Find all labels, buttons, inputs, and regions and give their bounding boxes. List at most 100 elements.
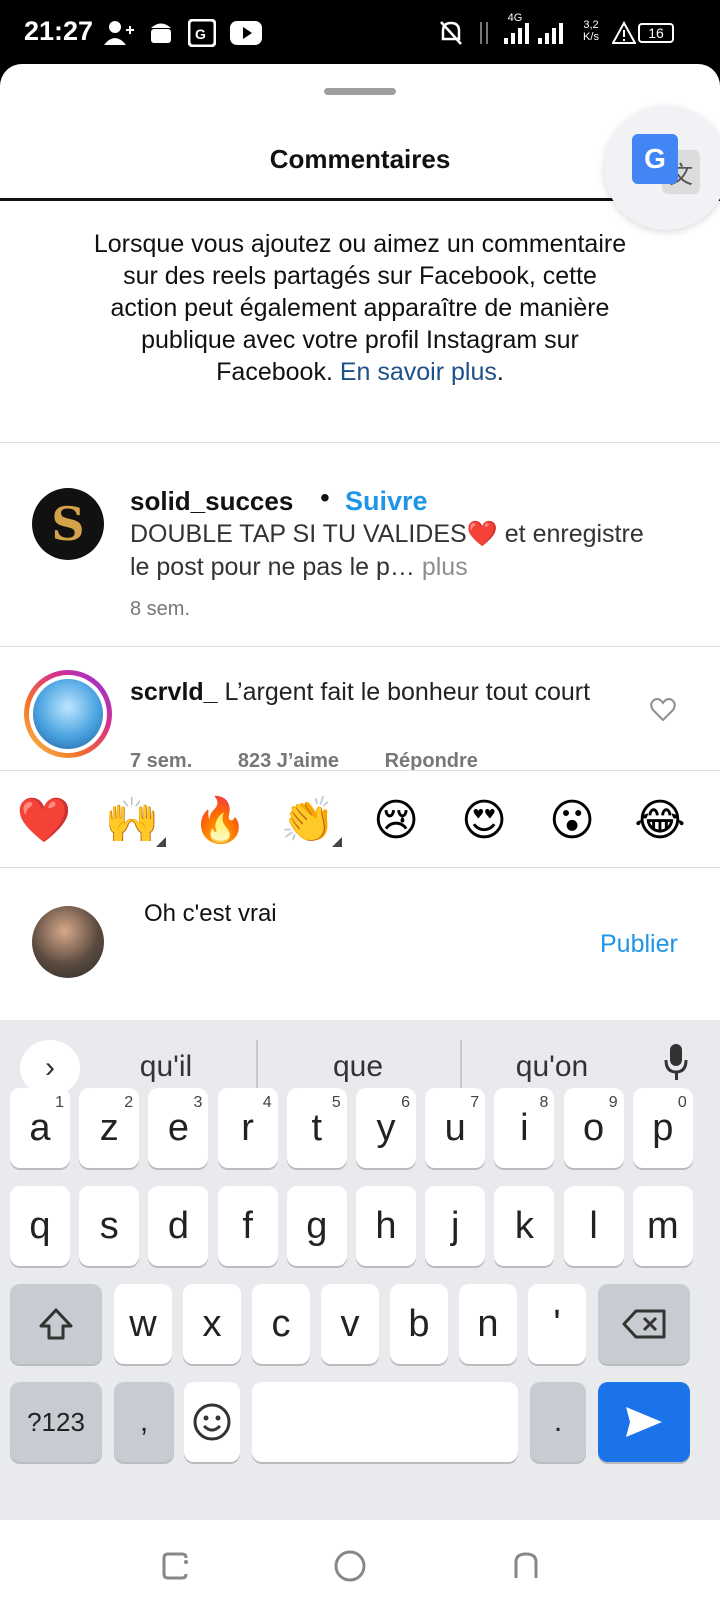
space-key[interactable] bbox=[252, 1382, 518, 1462]
key[interactable]: r4 bbox=[217, 1088, 278, 1168]
key[interactable]: o9 bbox=[563, 1088, 624, 1168]
status-bar: 21:27 G 4G 3,2 K/s 16 bbox=[0, 0, 720, 64]
key[interactable]: u7 bbox=[425, 1088, 486, 1168]
key-number-hint: 4 bbox=[262, 1094, 272, 1111]
key[interactable]: q bbox=[10, 1186, 70, 1266]
backspace-key[interactable] bbox=[598, 1284, 690, 1364]
variant-corner-icon bbox=[332, 837, 342, 847]
emoji-laugh[interactable]: 😂 bbox=[630, 793, 690, 849]
variant-corner-icon bbox=[156, 837, 166, 847]
back-icon[interactable] bbox=[508, 1548, 544, 1584]
key-number-hint: 7 bbox=[470, 1094, 480, 1111]
warning-icon bbox=[612, 18, 636, 48]
key-number-hint: 0 bbox=[677, 1094, 687, 1111]
shift-key[interactable] bbox=[10, 1284, 102, 1364]
suggestion[interactable]: qu'on bbox=[472, 1050, 632, 1084]
data-arrows-icon bbox=[476, 18, 492, 48]
key[interactable]: k bbox=[494, 1186, 555, 1266]
emoji-clap[interactable]: 👏 bbox=[278, 793, 342, 849]
key[interactable]: h bbox=[356, 1186, 416, 1266]
key-label: u bbox=[444, 1106, 466, 1149]
key[interactable]: y6 bbox=[356, 1088, 416, 1168]
recent-apps-icon[interactable] bbox=[158, 1548, 194, 1584]
mute-bell-icon bbox=[438, 18, 464, 48]
key[interactable]: t5 bbox=[286, 1088, 347, 1168]
key-label: h bbox=[375, 1204, 397, 1247]
key[interactable]: w bbox=[114, 1284, 172, 1364]
follow-button[interactable]: Suivre bbox=[345, 486, 428, 517]
more-link[interactable]: plus bbox=[415, 553, 468, 581]
key-number-hint: 5 bbox=[331, 1094, 341, 1111]
signal-1-icon bbox=[502, 18, 532, 48]
key[interactable]: g bbox=[286, 1186, 347, 1266]
key[interactable]: ' bbox=[528, 1284, 586, 1364]
reply-button[interactable]: Répondre bbox=[385, 750, 478, 772]
divider bbox=[460, 1040, 462, 1088]
emoji-heart-eyes[interactable]: 😍 bbox=[454, 793, 514, 849]
key[interactable]: p0 bbox=[632, 1088, 693, 1168]
emoji-raised-hands[interactable]: 🙌 bbox=[102, 793, 166, 849]
comment-username[interactable]: solid_succes bbox=[130, 486, 293, 517]
key[interactable]: s bbox=[79, 1186, 140, 1266]
key-label: w bbox=[129, 1302, 157, 1345]
key[interactable]: b bbox=[390, 1284, 448, 1364]
emoji-surprised[interactable]: 😮 bbox=[542, 793, 602, 849]
suggestion[interactable]: qu'il bbox=[86, 1050, 246, 1084]
drag-handle[interactable] bbox=[324, 88, 396, 95]
emoji-clap-glyph: 👏 bbox=[280, 795, 336, 846]
network-speed: 3,2 K/s bbox=[583, 19, 599, 43]
key[interactable]: v bbox=[321, 1284, 379, 1364]
signal-2-icon bbox=[536, 18, 566, 48]
emoji-fire[interactable]: 🔥 bbox=[190, 793, 250, 849]
period-key[interactable]: . bbox=[530, 1382, 586, 1462]
divider bbox=[256, 1040, 258, 1088]
comment-time: 7 sem. bbox=[130, 750, 193, 772]
translate-icon: G bbox=[632, 134, 678, 184]
key[interactable]: j bbox=[425, 1186, 486, 1266]
key[interactable]: x bbox=[183, 1284, 241, 1364]
comment-input[interactable]: Oh c'est vrai bbox=[144, 900, 277, 928]
comment-likes[interactable]: 823 J’aime bbox=[238, 750, 339, 772]
youtube-icon bbox=[230, 18, 262, 48]
key[interactable]: e3 bbox=[148, 1088, 209, 1168]
learn-more-link[interactable]: En savoir plus bbox=[340, 358, 497, 386]
emoji-key[interactable] bbox=[184, 1382, 240, 1462]
key[interactable]: f bbox=[217, 1186, 278, 1266]
divider bbox=[0, 646, 720, 647]
key[interactable]: z2 bbox=[79, 1088, 140, 1168]
comment-username[interactable]: scrvld_ bbox=[130, 678, 218, 706]
send-key[interactable] bbox=[598, 1382, 690, 1462]
key[interactable]: l bbox=[563, 1186, 624, 1266]
comma-key[interactable]: , bbox=[114, 1382, 174, 1462]
key-number-hint: 9 bbox=[608, 1094, 618, 1111]
emoji-heart[interactable]: ❤️ bbox=[14, 793, 74, 849]
svg-text:G: G bbox=[195, 26, 206, 42]
clock: 21:27 bbox=[24, 16, 94, 46]
like-heart-icon[interactable] bbox=[650, 698, 676, 729]
mic-icon[interactable] bbox=[664, 1042, 688, 1090]
key-label: l bbox=[589, 1204, 598, 1247]
publish-button[interactable]: Publier bbox=[600, 930, 678, 959]
key[interactable]: i8 bbox=[494, 1088, 555, 1168]
key[interactable]: m bbox=[632, 1186, 693, 1266]
avatar[interactable]: S bbox=[32, 488, 104, 560]
key[interactable]: d bbox=[148, 1186, 209, 1266]
symbols-key[interactable]: ?123 bbox=[10, 1382, 102, 1462]
add-contact-icon bbox=[104, 18, 134, 48]
key-label: d bbox=[167, 1204, 189, 1247]
key-label: r bbox=[241, 1106, 254, 1149]
suggestion[interactable]: que bbox=[278, 1050, 438, 1084]
avatar[interactable] bbox=[24, 670, 112, 758]
battery-icon: 16 bbox=[636, 18, 676, 48]
key-label: g bbox=[306, 1204, 328, 1247]
key[interactable]: c bbox=[252, 1284, 310, 1364]
key[interactable]: a1 bbox=[10, 1088, 70, 1168]
key[interactable]: n bbox=[459, 1284, 517, 1364]
google-translate-bubble[interactable]: 文 G bbox=[604, 106, 720, 230]
home-icon[interactable] bbox=[332, 1548, 368, 1584]
emoji-raised-hands-glyph: 🙌 bbox=[104, 795, 160, 846]
key-label: x bbox=[202, 1302, 222, 1345]
emoji-cry[interactable]: 😢 bbox=[366, 793, 426, 849]
key-label: s bbox=[99, 1204, 119, 1247]
keyboard: › qu'il que qu'on ?123 , . a1z2e3r4t5y6u… bbox=[0, 1020, 720, 1520]
